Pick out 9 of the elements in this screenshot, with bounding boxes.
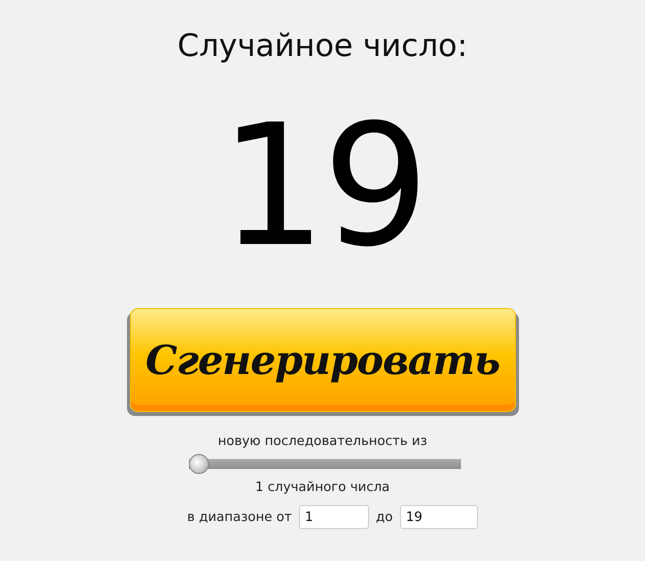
range-to-label: до <box>376 510 393 524</box>
slider-thumb[interactable] <box>188 454 208 474</box>
page-title: Случайное число: <box>177 27 468 66</box>
sequence-label: новую последовательность из <box>218 434 428 449</box>
random-number: 19 <box>220 87 426 286</box>
range-to-field[interactable]: 19 <box>400 505 478 529</box>
range-from-field[interactable]: 1 <box>298 505 369 529</box>
range-from-label: в диапазоне от <box>187 510 292 524</box>
count-text: 1 случайного числа <box>255 480 390 495</box>
